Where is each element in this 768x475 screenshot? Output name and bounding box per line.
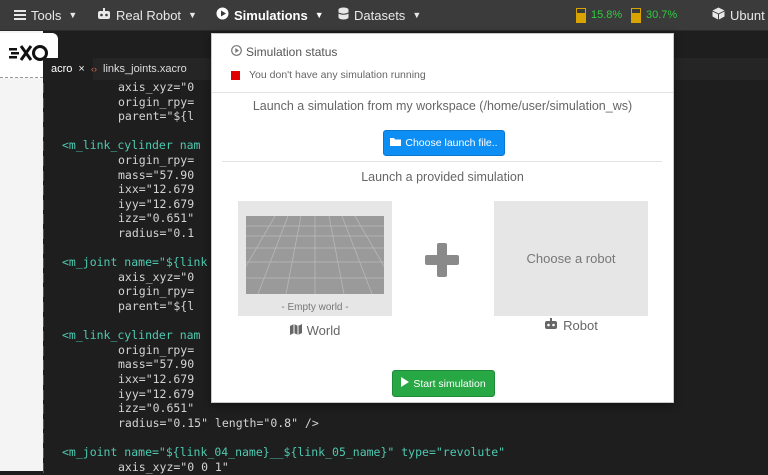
xml-file-icon: ‹›: [91, 64, 97, 74]
world-label-text: World: [306, 323, 341, 338]
code-line[interactable]: origin_rpy=: [48, 153, 194, 168]
code-line[interactable]: origin_rpy=: [48, 284, 194, 299]
tab-label: links_joints.xacro: [103, 63, 187, 75]
divider: [222, 161, 662, 162]
database-icon: [338, 7, 349, 23]
robot-icon: [97, 7, 111, 23]
divider: [212, 92, 673, 93]
memory-value: 30.7%: [646, 9, 678, 21]
tab-links-joints[interactable]: ‹› links_joints.xacro: [83, 58, 195, 80]
top-navbar: Tools ▼ Real Robot ▼ Simulations ▼ Datas…: [0, 0, 768, 31]
status-row: You don't have any simulation running: [231, 69, 426, 81]
status-message: You don't have any simulation running: [249, 69, 426, 81]
chevron-down-icon: ▼: [314, 10, 324, 20]
provided-title: Launch a provided simulation: [361, 170, 524, 184]
code-line[interactable]: mass="57.90: [48, 168, 194, 183]
choose-launch-label: Choose launch file..: [405, 137, 498, 149]
play-circle-icon: [231, 45, 242, 59]
real-robot-menu[interactable]: Real Robot ▼: [97, 0, 197, 30]
robot-icon: [544, 318, 558, 333]
robot-card[interactable]: Choose a robot: [494, 201, 648, 316]
code-line[interactable]: ixx="12.679: [48, 182, 194, 197]
play-circle-icon: [216, 7, 229, 23]
code-line[interactable]: parent="${l: [48, 109, 194, 124]
cube-icon: [712, 7, 725, 23]
workspace-title: Launch a simulation from my workspace (/…: [252, 99, 633, 113]
gutter-mark: [43, 243, 50, 254]
robot-label: Robot: [494, 318, 648, 333]
start-simulation-button[interactable]: Start simulation: [392, 370, 495, 397]
code-line[interactable]: origin_rpy=: [48, 343, 194, 358]
left-panel: [0, 31, 43, 471]
chevron-down-icon: ▼: [68, 10, 78, 20]
code-line[interactable]: axis_xyz="0 0 1": [48, 460, 229, 475]
play-icon: [401, 377, 410, 390]
code-line[interactable]: mass="57.90: [48, 357, 194, 372]
code-line[interactable]: izz="0.651": [48, 211, 194, 226]
chevron-down-icon: ▼: [412, 10, 422, 20]
code-line[interactable]: <m_joint name="${link_04_name}__${link_0…: [48, 445, 505, 460]
status-indicator-icon: [231, 70, 240, 80]
datasets-label: Datasets: [354, 7, 406, 23]
gutter-mark: [43, 433, 50, 444]
code-line[interactable]: ixx="12.679: [48, 372, 194, 387]
code-line[interactable]: radius="0.15" length="0.8" />: [48, 416, 319, 431]
code-line[interactable]: iyy="12.679: [48, 197, 194, 212]
tools-menu[interactable]: Tools ▼: [14, 0, 77, 30]
tools-label: Tools: [31, 7, 62, 23]
code-line[interactable]: axis_xyz="0: [48, 270, 194, 285]
real-robot-label: Real Robot: [116, 7, 182, 23]
code-line[interactable]: parent="${l: [48, 299, 194, 314]
code-line[interactable]: <m_joint name="${link: [48, 255, 207, 270]
simulation-status-heading: Simulation status: [231, 45, 337, 59]
os-menu[interactable]: Ubunt: [712, 0, 765, 30]
map-icon: [289, 323, 302, 338]
gutter-mark: [43, 126, 50, 137]
gutter-mark: [43, 316, 50, 327]
code-line[interactable]: origin_rpy=: [48, 95, 194, 110]
tab-label: acro: [51, 63, 73, 75]
world-caption: - Empty world -: [281, 302, 349, 313]
memory-gauge-icon: [631, 7, 641, 23]
choose-launch-file-button[interactable]: Choose launch file..: [383, 130, 505, 156]
folder-icon: [390, 137, 402, 149]
code-line[interactable]: izz="0.651": [48, 401, 194, 416]
world-preview-image: [246, 216, 384, 294]
plus-icon: [424, 242, 460, 278]
chevron-down-icon: ▼: [188, 10, 197, 20]
start-simulation-label: Start simulation: [413, 377, 486, 390]
simulations-label: Simulations: [234, 7, 308, 23]
hamburger-icon: [14, 8, 26, 23]
robot-placeholder: Choose a robot: [526, 251, 616, 266]
code-line[interactable]: iyy="12.679: [48, 387, 194, 402]
cpu-indicator: 15.8%: [576, 0, 622, 30]
cpu-value: 15.8%: [591, 9, 623, 21]
code-line[interactable]: <m_link_cylinder nam: [48, 138, 200, 153]
world-card[interactable]: - Empty world -: [238, 201, 392, 316]
simulations-menu[interactable]: Simulations ▼: [216, 0, 324, 30]
code-line[interactable]: axis_xyz="0: [48, 80, 194, 95]
memory-indicator: 30.7%: [631, 0, 677, 30]
simulation-modal: Simulation status You don't have any sim…: [211, 33, 674, 403]
cpu-gauge-icon: [576, 7, 586, 23]
datasets-menu[interactable]: Datasets ▼: [338, 0, 421, 30]
world-label: World: [238, 323, 392, 338]
robot-label-text: Robot: [563, 318, 598, 333]
code-line[interactable]: <m_link_cylinder nam: [48, 328, 200, 343]
status-title: Simulation status: [246, 45, 338, 59]
code-line[interactable]: radius="0.1: [48, 226, 194, 241]
os-label: Ubunt: [730, 7, 765, 23]
